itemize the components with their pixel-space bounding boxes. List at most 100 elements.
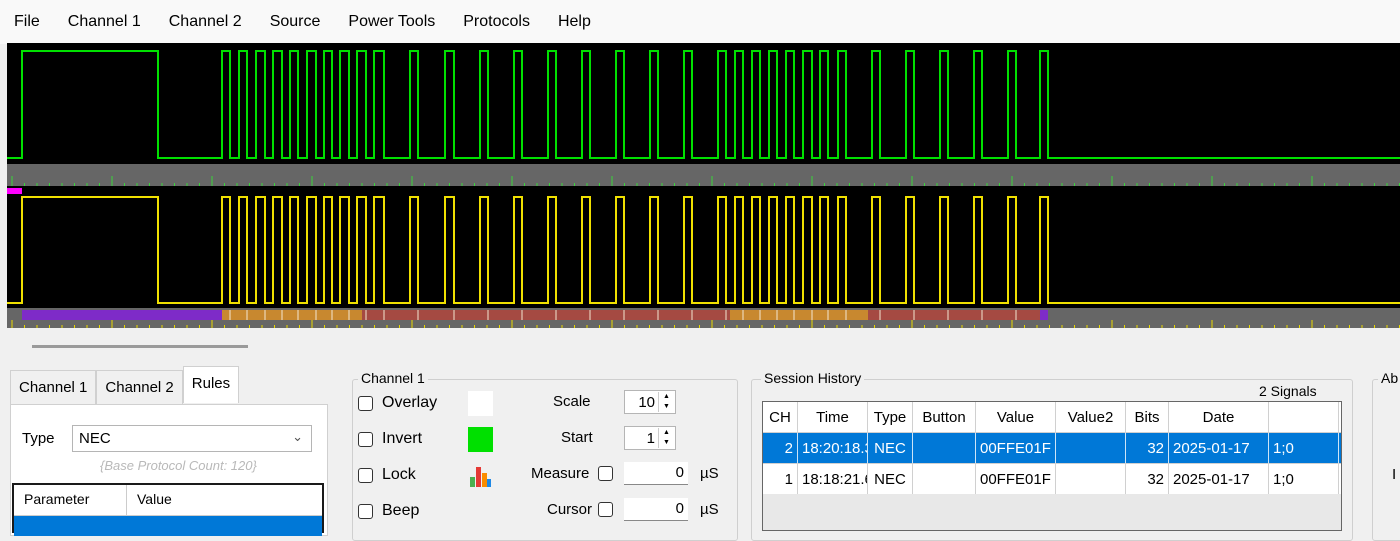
channel-group-title: Channel 1	[358, 370, 428, 386]
invert-checkbox[interactable]: Invert	[358, 430, 422, 448]
cell-date: 2025-01-17	[1169, 433, 1269, 463]
cell-time: 18:18:21.6	[798, 464, 868, 494]
cursor-label: Cursor	[547, 501, 593, 518]
menu-protocols[interactable]: Protocols	[449, 13, 544, 31]
channel-2-trace	[7, 196, 1400, 304]
type-select-value: NEC	[79, 430, 111, 447]
cell-button	[913, 464, 976, 494]
start-spinner[interactable]: 1 ▲ ▼	[624, 426, 676, 450]
settings-tabs: Channel 1 Channel 2 Rules	[10, 366, 240, 407]
caret-up-icon[interactable]: ▲	[659, 428, 674, 438]
table-row[interactable]: 1 18:18:21.6 NEC 00FFE01F 32 2025-01-17 …	[763, 463, 1341, 494]
scale-label: Scale	[553, 393, 591, 410]
channel-1-trace	[7, 50, 1400, 159]
cell-ch: 2	[763, 433, 798, 463]
cell-button	[913, 433, 976, 463]
scale-value: 10	[638, 394, 655, 411]
start-spinner-buttons[interactable]: ▲ ▼	[658, 428, 674, 448]
decode-segment	[730, 310, 868, 320]
scale-spinner-buttons[interactable]: ▲ ▼	[658, 392, 674, 412]
cell-extra: 1;0	[1269, 464, 1339, 494]
table-row-selected[interactable]	[14, 516, 322, 536]
decode-segment	[868, 310, 1040, 320]
tab-channel-2[interactable]: Channel 2	[96, 370, 183, 407]
cell-value2	[1056, 464, 1126, 494]
type-label: Type	[22, 430, 55, 447]
header-type[interactable]: Type	[868, 402, 913, 432]
cursor-value-field[interactable]: 0	[624, 498, 688, 521]
horizontal-scrollbar[interactable]	[32, 345, 248, 348]
beep-checkbox[interactable]: Beep	[358, 502, 419, 520]
tab-rules[interactable]: Rules	[182, 366, 240, 403]
cell-ch: 1	[763, 464, 798, 494]
menu-help[interactable]: Help	[544, 13, 605, 31]
type-select[interactable]: NEC ⌄	[72, 425, 312, 452]
invert-checkbox-box[interactable]	[358, 431, 373, 447]
caret-down-icon[interactable]: ▼	[659, 402, 674, 412]
cell-bits: 32	[1126, 464, 1169, 494]
bar-chart-icon[interactable]	[470, 463, 492, 487]
overlay-checkbox-box[interactable]	[358, 395, 373, 411]
beep-label: Beep	[382, 502, 420, 519]
decode-bar	[22, 310, 1048, 320]
start-label: Start	[561, 429, 593, 446]
cursor-checkbox[interactable]	[598, 502, 613, 517]
menu-bar: File Channel 1 Channel 2 Source Power To…	[0, 0, 1400, 44]
menu-channel-1[interactable]: Channel 1	[54, 13, 155, 31]
lock-checkbox-box[interactable]	[358, 467, 373, 483]
header-date[interactable]: Date	[1169, 402, 1269, 432]
cell-extra: 1;0	[1269, 433, 1339, 463]
chevron-down-icon: ⌄	[292, 429, 303, 444]
background-color-swatch[interactable]	[468, 391, 493, 416]
cell-bits: 32	[1126, 433, 1169, 463]
header-value[interactable]: Value	[976, 402, 1056, 432]
right-panel-title: Ab	[1378, 370, 1400, 386]
measure-value-field[interactable]: 0	[624, 462, 688, 485]
overlay-checkbox[interactable]: Overlay	[358, 394, 437, 412]
menu-channel-2[interactable]: Channel 2	[155, 13, 256, 31]
decode-segment	[22, 310, 222, 320]
cursor-unit: µS	[700, 501, 719, 518]
scale-spinner[interactable]: 10 ▲ ▼	[624, 390, 676, 414]
parameter-table[interactable]: Parameter Value	[12, 483, 324, 536]
menu-source[interactable]: Source	[256, 13, 335, 31]
measure-checkbox[interactable]	[598, 466, 613, 481]
header-ch[interactable]: CH	[763, 402, 798, 432]
cell-type: NEC	[868, 433, 913, 463]
header-value2[interactable]: Value2	[1056, 402, 1126, 432]
caret-up-icon[interactable]: ▲	[659, 392, 674, 402]
session-history-title: Session History	[761, 370, 865, 386]
measure-label: Measure	[531, 465, 590, 482]
parameter-table-header: Parameter Value	[14, 485, 322, 516]
base-protocol-count: {Base Protocol Count: 120}	[100, 458, 257, 473]
waveform-display[interactable]	[7, 43, 1400, 328]
decode-segment	[362, 310, 730, 320]
header-button[interactable]: Button	[913, 402, 976, 432]
cell-time: 18:20:18.3	[798, 433, 868, 463]
header-bits[interactable]: Bits	[1126, 402, 1169, 432]
right-panel-fragment: I	[1392, 466, 1397, 483]
header-time[interactable]: Time	[798, 402, 868, 432]
cell-value: 00FFE01F	[976, 464, 1056, 494]
lock-checkbox[interactable]: Lock	[358, 466, 416, 484]
menu-power-tools[interactable]: Power Tools	[334, 13, 449, 31]
decode-segment	[1040, 310, 1048, 320]
trace-color-swatch[interactable]	[468, 427, 493, 452]
decode-segment	[222, 310, 362, 320]
beep-checkbox-box[interactable]	[358, 503, 373, 519]
caret-down-icon[interactable]: ▼	[659, 438, 674, 448]
measure-unit: µS	[700, 465, 719, 482]
table-row[interactable]: 2 18:20:18.3 NEC 00FFE01F 32 2025-01-17 …	[763, 432, 1341, 463]
cell-value2	[1056, 433, 1126, 463]
invert-label: Invert	[382, 430, 423, 447]
lock-label: Lock	[382, 466, 416, 483]
right-panel-group	[1372, 379, 1400, 541]
cell-date: 2025-01-17	[1169, 464, 1269, 494]
menu-file[interactable]: File	[0, 13, 54, 31]
channel-marker	[7, 188, 22, 194]
overlay-label: Overlay	[382, 394, 438, 411]
tab-channel-1[interactable]: Channel 1	[10, 370, 97, 407]
header-parameter: Parameter	[14, 485, 127, 515]
history-table[interactable]: CH Time Type Button Value Value2 Bits Da…	[762, 401, 1342, 531]
header-extra[interactable]	[1269, 402, 1339, 432]
